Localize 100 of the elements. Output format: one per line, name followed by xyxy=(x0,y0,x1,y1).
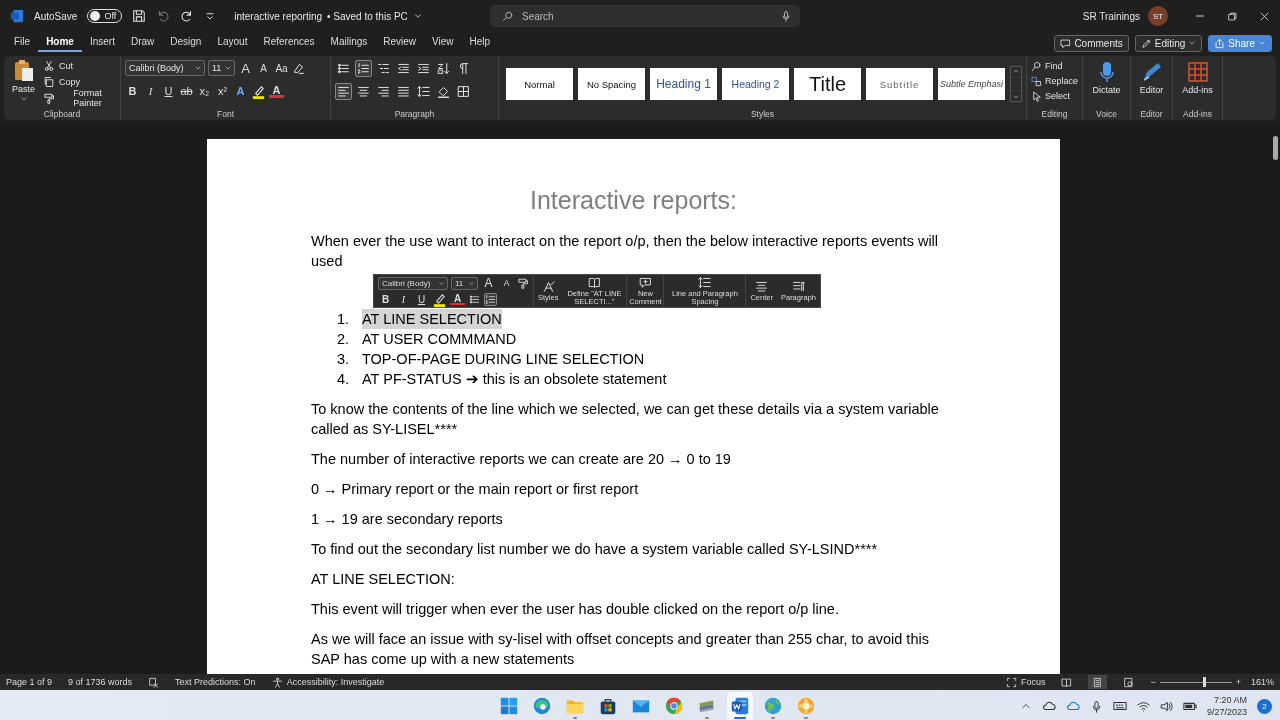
text-predictions-status[interactable]: Text Predictions: On xyxy=(175,677,256,687)
search-icon xyxy=(502,10,514,22)
cut-button[interactable]: Cut xyxy=(43,59,116,73)
style-preset[interactable]: Subtle Emphasi xyxy=(938,68,1005,100)
format-painter-button[interactable]: Format Painter xyxy=(43,91,116,105)
numbered-list-button[interactable] xyxy=(484,292,497,306)
clock-time[interactable]: 7:20 AM xyxy=(1213,694,1247,706)
scissors-icon xyxy=(43,60,55,72)
editing-button[interactable]: Editing xyxy=(1134,34,1203,52)
style-preset[interactable]: No Spacing xyxy=(578,68,645,100)
accessibility-status[interactable]: Accessibility: Investigate xyxy=(286,677,385,687)
subscript-button[interactable]: x₂ xyxy=(197,83,212,99)
microphone-icon xyxy=(1099,61,1114,83)
case-button[interactable]: Aa xyxy=(274,60,289,76)
highlighter-icon[interactable] xyxy=(251,83,266,99)
find-button[interactable]: Find xyxy=(1031,59,1078,73)
style-preset[interactable]: Normal xyxy=(506,68,573,100)
copy-button[interactable]: Copy xyxy=(43,75,116,89)
menu-tab[interactable]: Design xyxy=(162,34,210,52)
zoom-in-button[interactable]: + xyxy=(1235,677,1241,687)
align-center-icon xyxy=(357,84,370,98)
italic-button[interactable]: I xyxy=(396,292,411,306)
font-size-dropdown[interactable]: 11 xyxy=(451,276,478,290)
new-comment-icon xyxy=(638,275,652,289)
superscript-button[interactable]: x² xyxy=(215,83,230,99)
wifi-icon[interactable] xyxy=(1136,699,1150,713)
shrink-button[interactable]: A xyxy=(499,276,514,290)
comments-button[interactable]: Comments xyxy=(1054,34,1129,52)
menu-tab[interactable]: Review xyxy=(375,34,425,52)
menu-tab[interactable]: Mailings xyxy=(322,34,376,52)
paragraph: When ever the use want to interact on the report o/p, then the below interactive reports events will used xyxy=(311,232,940,271)
user-name[interactable]: SR Trainings xyxy=(1082,10,1140,22)
style-preset[interactable]: Title xyxy=(794,68,861,100)
decrease-indent-icon xyxy=(397,61,410,75)
bold-button[interactable]: B xyxy=(378,292,393,306)
zoom-slider-thumb[interactable] xyxy=(1203,676,1207,687)
eraser-icon[interactable] xyxy=(292,61,305,75)
shrink-button[interactable]: A xyxy=(256,60,271,76)
menu-tab[interactable]: Help xyxy=(461,34,499,52)
cloud-icon[interactable] xyxy=(1041,699,1056,713)
taskbar-app[interactable] xyxy=(727,692,753,720)
comment-icon xyxy=(1060,37,1072,49)
menu-tab[interactable]: References xyxy=(255,34,323,52)
flower-icon xyxy=(796,696,816,716)
notification-badge[interactable]: 2 xyxy=(1257,698,1272,714)
add-ins-button[interactable]: Add-ins xyxy=(1177,59,1218,109)
share-button[interactable]: Share xyxy=(1208,34,1272,52)
search-field[interactable]: Search xyxy=(490,5,800,27)
paintbrush-icon[interactable] xyxy=(517,277,529,289)
italic-button[interactable]: I xyxy=(143,83,158,99)
focus-button[interactable]: Focus xyxy=(1005,676,1046,688)
underline-button[interactable]: U xyxy=(414,292,429,306)
menu-tab[interactable]: Draw xyxy=(122,34,163,52)
save-icon[interactable] xyxy=(132,9,147,23)
bullet-list-button[interactable] xyxy=(468,292,481,306)
chevron-down-icon xyxy=(1188,39,1197,47)
font-name-dropdown[interactable]: Calibri (Body) xyxy=(125,60,205,76)
dictate-button[interactable]: Dictate xyxy=(1087,59,1126,109)
menu-tab[interactable]: Insert xyxy=(81,34,123,52)
effects-button[interactable]: A xyxy=(233,83,248,99)
print-layout-button[interactable] xyxy=(1088,675,1108,689)
style-preset[interactable]: Heading 1 xyxy=(650,68,717,100)
style-preset[interactable]: Subtitle xyxy=(866,68,933,100)
underline-button[interactable]: U xyxy=(161,83,176,99)
customize-icon[interactable] xyxy=(204,10,217,22)
strike-button[interactable]: ab xyxy=(179,83,194,99)
autosave-label: AutoSave xyxy=(34,10,78,22)
select-button[interactable]: Select xyxy=(1031,89,1078,103)
menu-tab[interactable]: View xyxy=(424,34,462,52)
menu-tab[interactable]: Home xyxy=(38,34,82,52)
avatar[interactable]: ST xyxy=(1148,6,1168,26)
numbered-list-button[interactable] xyxy=(355,59,372,77)
zoom-out-button[interactable]: − xyxy=(1150,677,1156,687)
paste-button[interactable]: Paste xyxy=(8,59,39,109)
proofing-icon[interactable] xyxy=(148,676,160,688)
chevron-down-icon[interactable] xyxy=(412,11,423,21)
grow-button[interactable]: A xyxy=(238,60,253,76)
speaker-icon[interactable] xyxy=(1159,699,1173,713)
highlighter-icon[interactable] xyxy=(432,291,447,307)
list-number: 1. xyxy=(337,310,351,329)
pencil-icon xyxy=(1140,37,1152,49)
font-size-dropdown[interactable]: 11 xyxy=(208,60,235,76)
style-preset[interactable]: Heading 2 xyxy=(722,68,789,100)
undo-icon[interactable] xyxy=(156,9,171,23)
group-label: Editing xyxy=(1040,109,1069,119)
replace-button[interactable]: Replace xyxy=(1031,74,1078,88)
zoom-level[interactable]: 161% xyxy=(1250,677,1274,687)
bold-button[interactable]: B xyxy=(125,83,140,99)
font-name-dropdown[interactable]: Calibri (Body) xyxy=(378,276,448,290)
menu-tab[interactable]: Layout xyxy=(209,34,256,52)
grow-button[interactable]: A xyxy=(481,276,496,290)
app-logo-icon xyxy=(10,9,24,23)
word-count[interactable]: 9 of 1736 words xyxy=(68,677,133,687)
menu-tab[interactable]: File xyxy=(6,34,39,52)
editor-button[interactable]: Editor xyxy=(1135,59,1168,109)
keyboard-icon[interactable] xyxy=(1112,699,1127,713)
page-count[interactable]: Page 1 of 9 xyxy=(6,677,53,687)
align-left-button[interactable] xyxy=(335,82,352,100)
save-status[interactable]: • Saved to this PC xyxy=(327,10,408,22)
clock-date[interactable]: 9/27/2023 xyxy=(1206,706,1247,718)
